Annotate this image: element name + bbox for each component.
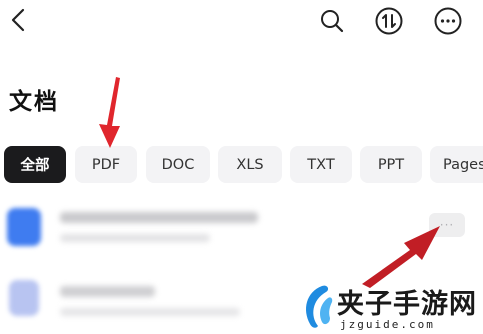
watermark-logo: 夹子手游网 jzguide.com [300, 280, 483, 334]
file-name-blurred [60, 286, 155, 297]
filter-chip-pages[interactable]: Pages [430, 146, 483, 183]
watermark-text: 夹子手游网 [337, 289, 477, 320]
file-meta-blurred [60, 308, 240, 316]
file-list-item[interactable]: ··· [0, 196, 483, 260]
filter-chip-all[interactable]: 全部 [4, 146, 66, 183]
sort-arrows-icon[interactable] [374, 6, 404, 36]
filter-chip-xls[interactable]: XLS [218, 146, 282, 183]
search-icon[interactable] [317, 6, 347, 36]
document-icon [9, 280, 39, 316]
more-dots-icon: ··· [439, 218, 455, 232]
back-chevron-icon[interactable] [4, 5, 34, 35]
filter-chip-doc[interactable]: DOC [146, 146, 210, 183]
more-horizontal-icon[interactable] [433, 6, 463, 36]
file-meta-blurred [60, 234, 210, 242]
document-icon [7, 208, 41, 246]
watermark-swirl-icon [306, 285, 333, 328]
file-type-filter-bar: 全部 PDF DOC XLS TXT PPT Pages [0, 146, 483, 184]
file-more-button[interactable]: ··· [429, 213, 465, 237]
filter-chip-txt[interactable]: TXT [290, 146, 352, 183]
top-toolbar [0, 0, 483, 44]
filter-chip-pdf[interactable]: PDF [75, 146, 137, 183]
red-arrow-annotation [99, 77, 120, 148]
page-title: 文档 [9, 89, 59, 115]
filter-chip-ppt[interactable]: PPT [360, 146, 422, 183]
watermark-url: jzguide.com [340, 318, 435, 331]
file-name-blurred [60, 212, 258, 223]
